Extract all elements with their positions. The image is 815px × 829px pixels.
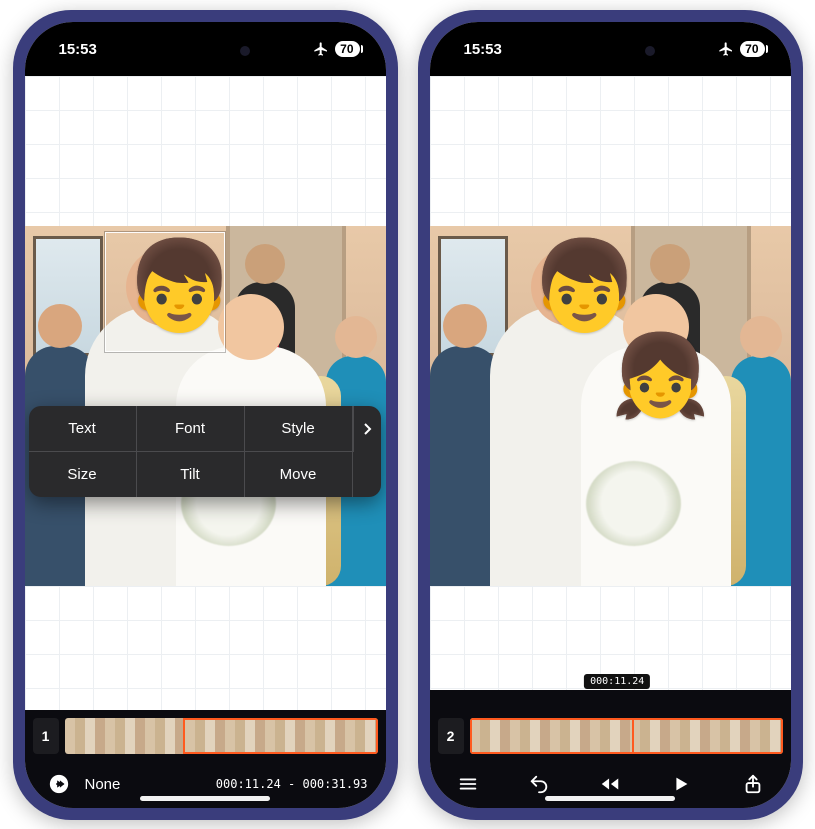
video-frame[interactable]: 👦 👧 <box>430 226 791 586</box>
menu-size[interactable]: Size <box>29 452 137 497</box>
menu-move[interactable]: Move <box>245 452 353 497</box>
timeline[interactable]: 000:11.24 2 <box>430 696 791 760</box>
airplane-mode-icon <box>718 41 734 57</box>
dynamic-island <box>150 36 260 66</box>
dynamic-island <box>555 36 665 66</box>
filmstrip[interactable] <box>65 718 378 754</box>
menu-tilt[interactable]: Tilt <box>137 452 245 497</box>
effect-button[interactable] <box>43 768 75 800</box>
emoji-overlay-boy[interactable]: 👦 <box>530 242 640 330</box>
bottom-panel: 000:11.24 2 <box>430 690 791 808</box>
share-button[interactable] <box>737 768 769 800</box>
airplane-mode-icon <box>313 41 329 57</box>
menu-text[interactable]: Text <box>29 406 137 452</box>
playhead[interactable] <box>632 718 634 754</box>
context-menu: Text Font Style Size Tilt Move <box>29 406 381 497</box>
battery-indicator: 70 <box>335 41 359 57</box>
menu-font[interactable]: Font <box>137 406 245 452</box>
editor-canvas[interactable]: 👦 Text Font Style Size Tilt Move <box>25 76 386 710</box>
screen: 15:53 70 👦 <box>25 22 386 808</box>
clip-index[interactable]: 1 <box>33 718 59 754</box>
timeline[interactable]: 1 <box>25 716 386 760</box>
menu-style[interactable]: Style <box>245 406 353 452</box>
phone-left: 15:53 70 👦 <box>13 10 398 820</box>
menu-button[interactable] <box>452 768 484 800</box>
playhead-time: 000:11.24 <box>584 674 650 689</box>
phone-right: 15:53 70 👦 👧 <box>418 10 803 820</box>
effect-label[interactable]: None <box>85 776 121 793</box>
menu-more[interactable] <box>353 406 381 452</box>
home-indicator[interactable] <box>545 796 675 801</box>
filmstrip[interactable] <box>470 718 783 754</box>
clip-index[interactable]: 2 <box>438 718 464 754</box>
editor-canvas[interactable]: 👦 👧 <box>430 76 791 690</box>
clock: 15:53 <box>464 41 502 58</box>
home-indicator[interactable] <box>140 796 270 801</box>
battery-indicator: 70 <box>740 41 764 57</box>
time-range: 000:11.24 - 000:31.93 <box>216 777 368 791</box>
bottom-panel: 1 None 000:11.24 - 000:31.93 <box>25 710 386 808</box>
emoji-overlay-girl[interactable]: 👧 <box>611 336 711 416</box>
screen: 15:53 70 👦 👧 <box>430 22 791 808</box>
clock: 15:53 <box>59 41 97 58</box>
